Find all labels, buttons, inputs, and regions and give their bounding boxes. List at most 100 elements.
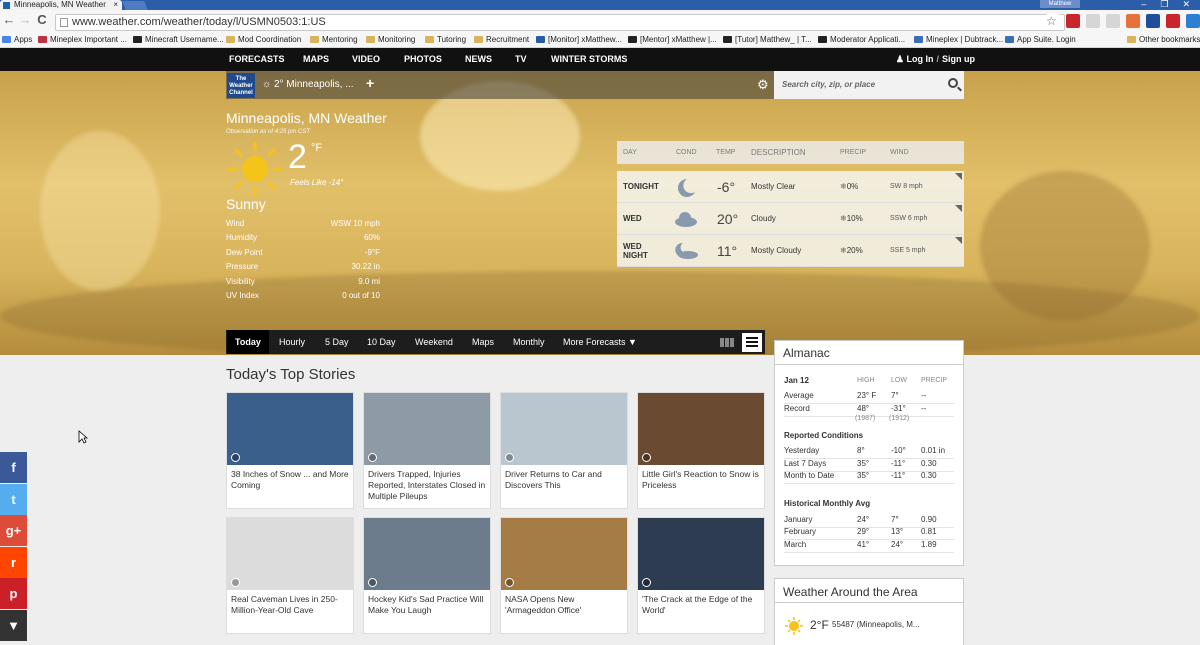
minimize-icon[interactable]: – [1141,0,1146,10]
search-icon[interactable] [948,78,958,88]
story-card[interactable]: Drivers Trapped, Injuries Reported, Inte… [363,392,491,509]
nav-video[interactable]: VIDEO [352,48,380,71]
story-caption[interactable]: Drivers Trapped, Injuries Reported, Inte… [368,469,488,502]
bookmark-item[interactable]: Mineplex | Dubtrack... [914,32,1003,47]
almanac-high: 48° [857,404,870,413]
story-image[interactable] [364,393,490,465]
bookmark-item[interactable]: App Suite. Login [1005,32,1076,47]
story-caption[interactable]: Little Girl's Reaction to Snow is Pricel… [642,469,762,491]
tab-5-day[interactable]: 5 Day [317,330,357,354]
star-icon[interactable]: ☆ [1046,14,1060,28]
nav-maps[interactable]: MAPS [303,48,329,71]
bookmark-folder[interactable]: Recruitment [474,32,529,47]
story-card[interactable]: 'The Crack at the Edge of the World' [637,517,765,634]
tab-monthly[interactable]: Monthly [505,330,553,354]
grid-view-icon[interactable] [720,338,734,347]
story-caption[interactable]: Driver Returns to Car and Discovers This [505,469,625,491]
weather-channel-logo[interactable]: The Weather Channel [227,73,255,98]
expand-corner-icon[interactable] [955,173,962,180]
tab-title: Minneapolis, MN Weather [14,0,106,9]
bookmark-item[interactable]: Mineplex Important ... [38,32,127,47]
nav-forecasts[interactable]: FORECASTS [229,48,285,71]
bookmark-folder[interactable]: Other bookmarks [1127,32,1200,47]
reddit-icon[interactable]: r [0,546,27,578]
bookmark-item[interactable]: [Monitor] xMatthew... [536,32,622,47]
story-card[interactable]: Hockey Kid's Sad Practice Will Make You … [363,517,491,634]
tab-hourly[interactable]: Hourly [271,330,313,354]
story-card[interactable]: NASA Opens New 'Armageddon Office' [500,517,628,634]
login-link[interactable]: Log In [906,54,933,64]
reload-icon[interactable]: C [35,13,49,27]
bookmark-folder[interactable]: Mod Coordination [226,32,301,47]
story-caption[interactable]: Real Caveman Lives in 250-Million-Year-O… [231,594,351,616]
adblock-icon[interactable] [1066,14,1080,28]
bookmark-item[interactable]: [Mentor] xMatthew |... [628,32,717,47]
nav-news[interactable]: NEWS [465,48,492,71]
close-tab-icon[interactable]: × [113,0,118,10]
nav-winter-storms[interactable]: WINTER STORMS [551,48,627,71]
bookmark-folder[interactable]: Monitoring [366,32,415,47]
forecast-row[interactable]: WED 20° Cloudy ❄ 10% SSW 6 mph [617,203,964,235]
more-icon[interactable]: ▼ [0,609,27,641]
search-input[interactable]: Search city, zip, or place [774,71,964,99]
expand-corner-icon[interactable] [955,205,962,212]
extension-icon[interactable] [1146,14,1160,28]
around-place[interactable]: 55487 (Minneapolis, M... [832,620,920,629]
forward-icon[interactable]: → [18,13,32,27]
twitter-icon[interactable]: t [0,483,27,515]
tab-weekend[interactable]: Weekend [407,330,461,354]
forecast-row[interactable]: TONIGHT -6° Mostly Clear ❄ 0% SW 8 mph [617,171,964,203]
story-image[interactable] [227,393,353,465]
story-image[interactable] [638,393,764,465]
bookmark-apps[interactable]: Apps [2,32,32,47]
story-image[interactable] [227,518,353,590]
detail-pressure: Pressure 30.22 in [226,262,380,271]
cast-icon[interactable] [1106,14,1120,28]
back-icon[interactable]: ← [2,13,16,27]
browser-tab[interactable]: Minneapolis, MN Weather × [0,0,122,10]
story-image[interactable] [501,393,627,465]
a-icon[interactable] [1086,14,1100,28]
story-caption[interactable]: NASA Opens New 'Armageddon Office' [505,594,625,616]
nav-photos[interactable]: PHOTOS [404,48,442,71]
tab-10-day[interactable]: 10 Day [359,330,404,354]
story-image[interactable] [501,518,627,590]
bookmark-item[interactable]: Minecraft Username... [133,32,224,47]
saved-location[interactable]: ☼ 2° Minneapolis, ... [262,79,354,90]
signup-link[interactable]: Sign up [942,54,975,64]
tab-today[interactable]: Today [227,330,269,354]
gear-icon[interactable]: ⚙ [757,77,769,93]
story-card[interactable]: 38 Inches of Snow ... and More Coming [226,392,354,509]
facebook-icon[interactable]: f [0,452,27,483]
tab-maps[interactable]: Maps [464,330,502,354]
pinterest-icon[interactable]: p [0,578,27,609]
page-icon [60,18,68,27]
story-caption[interactable]: Hockey Kid's Sad Practice Will Make You … [368,594,488,616]
tab-more-forecasts[interactable]: More Forecasts ▼ [555,330,645,354]
story-card[interactable]: Real Caveman Lives in 250-Million-Year-O… [226,517,354,634]
googleplus-icon[interactable]: g+ [0,515,27,546]
forecast-row[interactable]: WED NIGHT 11° Mostly Cloudy ❄ 20% SSE 5 m… [617,235,964,267]
list-view-icon[interactable] [742,333,762,352]
story-caption[interactable]: 'The Crack at the Edge of the World' [642,594,762,616]
story-image[interactable] [364,518,490,590]
bookmark-item[interactable]: [Tutor] Matthew_ | T... [723,32,812,47]
download-icon[interactable] [1186,14,1200,28]
bookmark-folder[interactable]: Tutoring [425,32,466,47]
add-location-button[interactable]: + [366,75,374,91]
cross-icon[interactable] [1166,14,1180,28]
nav-tv[interactable]: TV [515,48,527,71]
maximize-icon[interactable]: ❐ [1160,0,1168,10]
story-image[interactable] [638,518,764,590]
story-caption[interactable]: 38 Inches of Snow ... and More Coming [231,469,351,491]
ring-icon[interactable] [1126,14,1140,28]
story-card[interactable]: Driver Returns to Car and Discovers This [500,392,628,509]
expand-corner-icon[interactable] [955,237,962,244]
profile-button[interactable]: Matthew [1040,0,1080,8]
url-bar[interactable]: www.weather.com/weather/today/l/USMN0503… [55,14,1065,31]
story-card[interactable]: Little Girl's Reaction to Snow is Pricel… [637,392,765,509]
bookmark-folder[interactable]: Mentoring [310,32,358,47]
bookmark-item[interactable]: Moderator Applicati... [818,32,905,47]
new-tab-button[interactable] [122,1,148,10]
close-window-icon[interactable]: ✕ [1182,0,1190,10]
